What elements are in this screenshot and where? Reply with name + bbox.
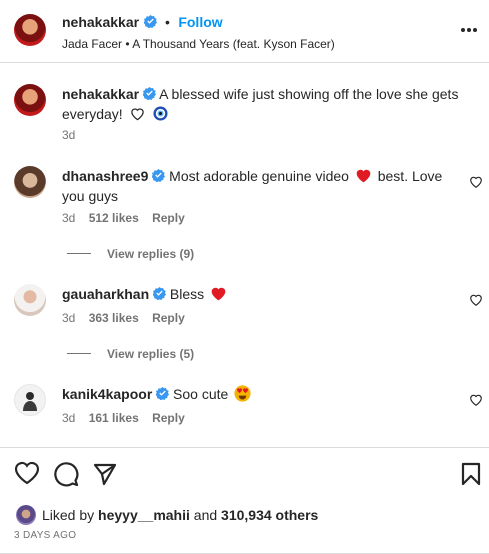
bookmark-icon[interactable] bbox=[461, 462, 481, 486]
header-avatar[interactable] bbox=[14, 14, 46, 46]
view-replies-label[interactable]: View replies (5) bbox=[107, 347, 194, 361]
comment-text: Most adorable genuine video bbox=[169, 168, 349, 184]
view-replies-label[interactable]: View replies (9) bbox=[107, 247, 194, 261]
liked-by-prefix: Liked by bbox=[42, 507, 95, 523]
comment-icon[interactable] bbox=[53, 461, 79, 487]
caption-text-block: nehakakkar A blessed wife just showing o… bbox=[62, 84, 462, 124]
comment-username[interactable]: gauaharkhan bbox=[62, 286, 149, 302]
comment-like-heart-icon[interactable] bbox=[469, 393, 483, 407]
comment-likes[interactable]: 363 likes bbox=[89, 311, 139, 325]
liked-by-avatar[interactable] bbox=[16, 505, 36, 525]
comment-likes[interactable]: 512 likes bbox=[89, 211, 139, 225]
comment-time: 3d bbox=[62, 411, 76, 425]
verified-icon bbox=[142, 87, 156, 100]
comment-like-heart-icon[interactable] bbox=[469, 175, 483, 189]
comment-time: 3d bbox=[62, 311, 76, 325]
heart-outline-emoji-icon bbox=[130, 108, 144, 121]
comment-text-block: kanik4kapoor Soo cute bbox=[62, 384, 457, 404]
view-replies-line bbox=[67, 253, 91, 255]
caption-username[interactable]: nehakakkar bbox=[62, 86, 139, 102]
caption-time: 3d bbox=[62, 128, 76, 142]
comment-time: 3d bbox=[62, 211, 76, 225]
header-divider bbox=[0, 62, 489, 63]
liked-by-user[interactable]: heyyy__mahii bbox=[98, 507, 190, 523]
comment-like-heart-icon[interactable] bbox=[469, 293, 483, 307]
heart-icon[interactable] bbox=[14, 461, 40, 485]
comment-text-block: gauaharkhan Bless bbox=[62, 284, 457, 304]
comment-text: Soo cute bbox=[173, 386, 229, 402]
comment-meta: 3d 161 likes Reply bbox=[62, 411, 185, 425]
actions-divider bbox=[0, 447, 489, 448]
post-date: 3 DAYS AGO bbox=[14, 530, 77, 541]
view-replies-button[interactable]: View replies (9) bbox=[67, 245, 194, 263]
more-icon[interactable] bbox=[460, 27, 478, 33]
header-username[interactable]: nehakakkar bbox=[62, 14, 139, 30]
heart-eyes-emoji-icon bbox=[234, 385, 251, 402]
verified-icon bbox=[143, 15, 157, 28]
red-heart-emoji-icon bbox=[211, 287, 226, 301]
comment-avatar-kanik4kapoor[interactable] bbox=[14, 384, 46, 416]
comment-username[interactable]: kanik4kapoor bbox=[62, 386, 152, 402]
header-title-row: nehakakkar • Follow bbox=[62, 14, 223, 32]
liked-by-mid: and bbox=[193, 507, 218, 523]
follow-button[interactable]: Follow bbox=[178, 14, 222, 30]
comment-text: Bless bbox=[169, 286, 205, 302]
comment-avatar-dhanashree9[interactable] bbox=[14, 166, 46, 198]
audio-link[interactable]: Jada Facer • A Thousand Years (feat. Kys… bbox=[62, 37, 335, 51]
caption-avatar[interactable] bbox=[14, 84, 46, 116]
red-heart-emoji-icon bbox=[356, 169, 371, 183]
comment-meta: 3d 512 likes Reply bbox=[62, 211, 185, 225]
avatar-figure-icon bbox=[23, 392, 37, 411]
share-icon[interactable] bbox=[93, 462, 117, 486]
reply-button[interactable]: Reply bbox=[152, 311, 185, 325]
view-replies-line bbox=[67, 353, 91, 355]
verified-icon bbox=[152, 169, 166, 182]
nazar-icon bbox=[153, 106, 169, 121]
comment-avatar-gauaharkhan[interactable] bbox=[14, 284, 46, 316]
header-dot: • bbox=[164, 14, 170, 30]
reply-button[interactable]: Reply bbox=[152, 211, 185, 225]
comment-likes[interactable]: 161 likes bbox=[89, 411, 139, 425]
verified-icon bbox=[156, 387, 170, 400]
comment-meta: 3d 363 likes Reply bbox=[62, 311, 185, 325]
comment-username[interactable]: dhanashree9 bbox=[62, 168, 148, 184]
reply-button[interactable]: Reply bbox=[152, 411, 185, 425]
liked-by-text: Liked by heyyy__mahii and 310,934 others bbox=[42, 507, 318, 523]
verified-icon bbox=[153, 287, 167, 300]
view-replies-button[interactable]: View replies (5) bbox=[67, 345, 194, 363]
liked-by-count[interactable]: 310,934 others bbox=[221, 507, 318, 523]
comment-text-block: dhanashree9 Most adorable genuine video … bbox=[62, 166, 457, 206]
